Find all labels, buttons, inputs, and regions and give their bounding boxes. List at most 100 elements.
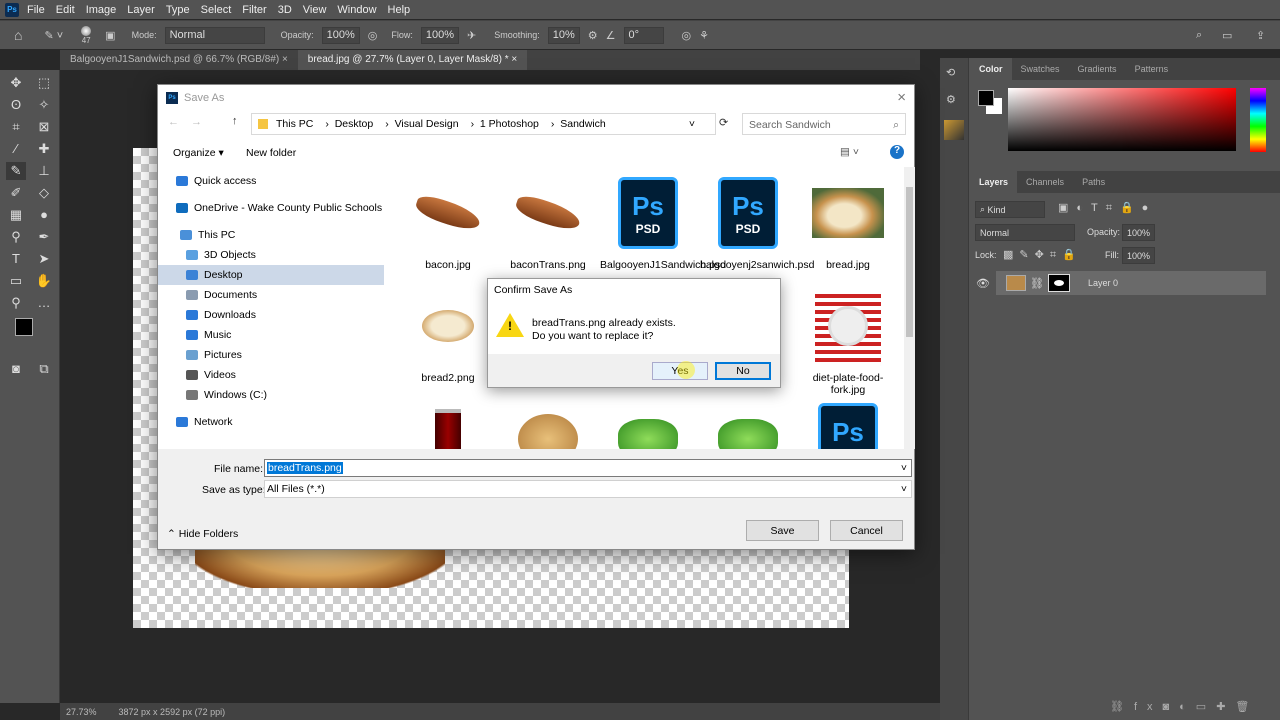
mode-select[interactable]: Normal — [164, 26, 265, 44]
hand-tool-icon[interactable]: ✋ — [34, 272, 54, 290]
close-icon[interactable]: × — [282, 54, 288, 65]
home-icon[interactable]: ⌂ — [14, 27, 22, 43]
plugin-icon[interactable] — [944, 120, 964, 140]
link-icon[interactable]: ⛓ — [1030, 277, 1044, 290]
file-item[interactable]: bacon.jpg — [400, 177, 496, 271]
file-item[interactable] — [400, 403, 496, 449]
properties-icon[interactable]: ⚙ — [946, 93, 962, 106]
menu-file[interactable]: File — [27, 4, 45, 16]
frame-tool-icon[interactable]: ⊠ — [34, 118, 54, 136]
blur-tool-icon[interactable]: ● — [34, 206, 54, 224]
breadcrumb-item[interactable]: Visual Design — [395, 118, 459, 130]
hue-slider[interactable] — [1250, 88, 1266, 152]
chevron-down-icon[interactable]: ˅ — [901, 483, 907, 495]
refresh-icon[interactable]: ⟳ — [719, 116, 728, 129]
close-icon[interactable]: × — [897, 89, 906, 106]
address-bar[interactable]: This PC › Desktop › Visual Design › 1 Photo… — [251, 113, 716, 135]
tab-channels[interactable]: Channels — [1017, 171, 1073, 193]
nav-item-picture[interactable]: Pictures — [158, 345, 384, 365]
marquee-tool-icon[interactable]: ⬚ — [34, 74, 54, 92]
layer-filter-select[interactable]: ⌕ Kind — [975, 201, 1045, 218]
magic-wand-icon[interactable]: ✧ — [34, 96, 54, 114]
save-button[interactable]: Save — [746, 520, 819, 541]
search-icon[interactable]: ⌕ — [1196, 29, 1202, 42]
file-item[interactable]: Ps PSD BalgooyenJ1Sandwich.psd — [600, 177, 726, 271]
nav-item-drive[interactable]: Windows (C:) — [158, 385, 384, 405]
file-item[interactable]: bread.jpg — [800, 177, 896, 271]
pressure-opacity-icon[interactable]: ◎ — [368, 29, 378, 42]
search-input[interactable]: Search Sandwich ⌕ — [742, 113, 906, 135]
doc-tab[interactable]: BalgooyenJ1Sandwich.psd @ 66.7% (RGB/8#)… — [60, 50, 298, 70]
doc-tab-active[interactable]: bread.jpg @ 27.7% (Layer 0, Layer Mask/8… — [297, 50, 528, 70]
gradient-tool-icon[interactable]: ▦ — [6, 206, 26, 224]
stamp-tool-icon[interactable]: ⊥ — [34, 162, 54, 180]
file-item[interactable]: bread2.png — [400, 290, 496, 384]
layer-row[interactable]: 👁 ⛓ Layer 0 — [976, 271, 1266, 295]
foreground-color-swatch[interactable] — [15, 318, 33, 336]
menu-window[interactable]: Window — [337, 4, 376, 16]
chevron-down-icon[interactable]: ˅ — [689, 118, 695, 130]
yes-button[interactable]: Yes — [652, 361, 708, 380]
view-options-icon[interactable]: ▤ ˅ — [840, 146, 859, 158]
tab-paths[interactable]: Paths — [1073, 171, 1114, 193]
cancel-button[interactable]: Cancel — [830, 520, 903, 541]
lasso-tool-icon[interactable]: ʘ — [6, 96, 26, 114]
layer-opacity-field[interactable]: 100% — [1122, 224, 1156, 241]
brush-tool-icon[interactable]: ✎ ˅ — [44, 29, 63, 42]
save-type-select[interactable]: All Files (*.*) ˅ — [264, 480, 912, 498]
healing-brush-icon[interactable]: ✚ — [34, 140, 54, 158]
nav-item-download[interactable]: Downloads — [158, 305, 384, 325]
nav-item-cube[interactable]: 3D Objects — [158, 245, 384, 265]
back-forward-icons[interactable]: ←→ — [168, 116, 214, 128]
layers-footer-icons[interactable]: ⛓fx◙◐▭✚🗑 — [1110, 700, 1259, 713]
file-name-input[interactable]: breadTrans.png ˅ — [264, 459, 912, 477]
dodge-tool-icon[interactable]: ⚲ — [6, 228, 26, 246]
new-folder-button[interactable]: New folder — [246, 147, 296, 159]
file-item[interactable] — [500, 403, 596, 449]
airbrush-icon[interactable]: ✈ — [467, 29, 476, 42]
file-item[interactable]: baconTrans.png — [500, 177, 596, 271]
workspace-icon[interactable]: ▭ — [1222, 29, 1232, 42]
brush-tool-icon[interactable]: ✎ — [6, 162, 26, 180]
nav-item-desktop[interactable]: Desktop — [158, 265, 384, 285]
nav-item-cloud[interactable]: OneDrive - Wake County Public Schools — [158, 198, 384, 218]
crop-tool-icon[interactable]: ⌗ — [6, 118, 26, 136]
blend-mode-select[interactable]: Normal — [975, 224, 1075, 241]
menu-image[interactable]: Image — [86, 4, 117, 16]
menu-view[interactable]: View — [303, 4, 327, 16]
nav-item-music[interactable]: Music — [158, 325, 384, 345]
color-field[interactable] — [1008, 88, 1236, 151]
smoothing-field[interactable]: 10% — [547, 26, 580, 44]
organize-button[interactable]: Organize ▾ — [173, 147, 224, 159]
zoom-level[interactable]: 27.73% — [66, 707, 97, 717]
nav-item-star[interactable]: Quick access — [158, 171, 384, 191]
hide-folders-button[interactable]: ⌃ Hide Folders — [167, 528, 238, 540]
help-icon[interactable]: ? — [890, 145, 904, 159]
layer-mask-thumbnail[interactable] — [1047, 274, 1070, 292]
nav-item-document[interactable]: Documents — [158, 285, 384, 305]
eraser-icon[interactable]: ◇ — [34, 184, 54, 202]
angle-field[interactable]: 0° — [623, 26, 664, 44]
file-item[interactable]: diet-plate-food-fork.jpg — [800, 290, 896, 396]
breadcrumb-item[interactable]: This PC — [276, 118, 313, 130]
file-item[interactable] — [600, 403, 696, 449]
menu-select[interactable]: Select — [201, 4, 232, 16]
move-tool-icon[interactable]: ✥ — [6, 74, 26, 92]
menu-type[interactable]: Type — [166, 4, 190, 16]
brush-settings-icon[interactable]: ▣ — [105, 29, 115, 42]
gear-icon[interactable]: ⚙ — [588, 29, 598, 42]
history-brush-icon[interactable]: ✐ — [6, 184, 26, 202]
quick-mask-icon[interactable]: ◙ — [6, 360, 26, 378]
tab-swatches[interactable]: Swatches — [1012, 58, 1069, 80]
nav-item-video[interactable]: Videos — [158, 365, 384, 385]
file-item[interactable]: PsPSD — [800, 403, 896, 449]
chevron-down-icon[interactable]: ˅ — [901, 462, 907, 474]
menu-3d[interactable]: 3D — [278, 4, 292, 16]
type-tool-icon[interactable]: T — [6, 250, 26, 268]
up-icon[interactable]: ↑ — [232, 115, 238, 127]
menu-edit[interactable]: Edit — [56, 4, 75, 16]
nav-item-network[interactable]: Network — [158, 412, 384, 432]
history-icon[interactable]: ⟲ — [946, 66, 962, 79]
opacity-field[interactable]: 100% — [321, 26, 360, 44]
flow-field[interactable]: 100% — [420, 26, 460, 44]
